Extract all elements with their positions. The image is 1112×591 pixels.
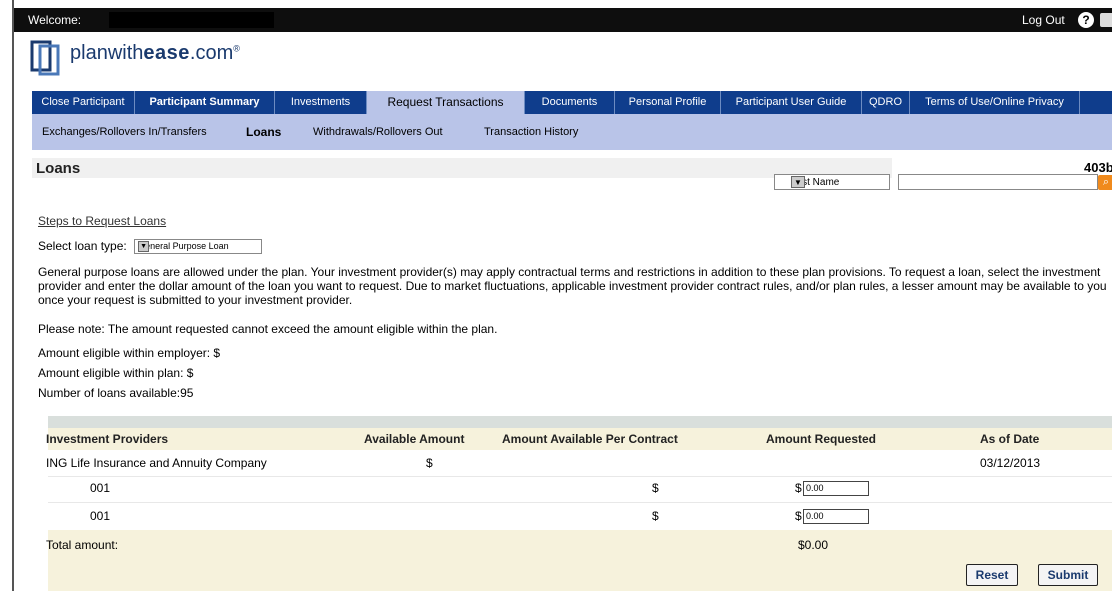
loans-available: Number of loans available:95 (38, 386, 194, 400)
tab-close-participant[interactable]: Close Participant (32, 91, 135, 114)
tab-investments[interactable]: Investments (275, 91, 367, 114)
total-row (48, 530, 1112, 591)
loan-type-row: Select loan type: General Purpose Loan ▼ (38, 239, 263, 255)
chevron-down-icon: ▼ (138, 241, 150, 253)
table-row (48, 502, 1112, 531)
contract-id: 001 (90, 509, 111, 523)
page-title: Loans (36, 160, 81, 177)
amount-requested-input[interactable]: 0.00 (803, 509, 869, 524)
header-amount-requested: Amount Requested (766, 432, 877, 446)
tab-documents[interactable]: Documents (525, 91, 615, 114)
logout-link[interactable]: Log Out (1022, 13, 1065, 27)
subnav-exchanges[interactable]: Exchanges/Rollovers In/Transfers (42, 126, 207, 138)
header-as-of-date: As of Date (980, 432, 1040, 446)
help-icon[interactable]: ? (1078, 12, 1094, 28)
loan-description: General purpose loans are allowed under … (38, 265, 1107, 307)
contract-id: 001 (90, 481, 111, 495)
amount-requested-input[interactable]: 0.00 (803, 481, 869, 496)
eligible-plan: Amount eligible within plan: $ (38, 366, 194, 380)
logo-mark-icon (30, 40, 60, 76)
provider-date: 03/12/2013 (980, 456, 1041, 470)
steps-link[interactable]: Steps to Request Loans (38, 214, 166, 228)
tab-qdro[interactable]: QDRO (862, 91, 910, 114)
subnav-withdrawals[interactable]: Withdrawals/Rollovers Out (313, 126, 443, 138)
reset-button[interactable]: Reset (966, 564, 1018, 586)
subnav-loans[interactable]: Loans (246, 125, 281, 139)
contract-available: $ (652, 481, 659, 495)
table-row (48, 476, 1112, 503)
tab-participant-user-guide[interactable]: Participant User Guide (721, 91, 862, 114)
total-label: Total amount: (46, 538, 119, 552)
header-available-amount: Available Amount (364, 432, 465, 446)
page-frame: Welcome: Log Out ? planwithease.com® Clo… (12, 0, 1112, 591)
tab-personal-profile[interactable]: Personal Profile (615, 91, 721, 114)
tab-participant-summary[interactable]: Participant Summary (135, 91, 275, 114)
amount-dollar-sign: $ (795, 481, 802, 495)
contract-available: $ (652, 509, 659, 523)
tab-terms-of-use[interactable]: Terms of Use/Online Privacy (910, 91, 1080, 114)
search-field-select[interactable]: Last Name ▼ (774, 174, 890, 190)
tab-request-transactions[interactable]: Request Transactions (367, 91, 525, 114)
search-icon[interactable]: ⌕ (1098, 175, 1112, 190)
top-bar: Welcome: Log Out ? (14, 8, 1112, 32)
chevron-down-icon: ▼ (791, 176, 805, 188)
total-value: $0.00 (798, 538, 829, 552)
header-amount-per-contract: Amount Available Per Contract (502, 432, 678, 446)
loan-note: Please note: The amount requested cannot… (38, 322, 498, 336)
loan-type-select[interactable]: General Purpose Loan ▼ (134, 239, 263, 255)
plan-type-label: 403b (1084, 160, 1112, 175)
main-nav: Close Participant Participant Summary In… (32, 91, 1112, 114)
amount-dollar-sign: $ (795, 509, 802, 523)
loan-type-value: General Purpose Loan (138, 241, 229, 252)
provider-name: ING Life Insurance and Annuity Company (46, 456, 267, 470)
submit-button[interactable]: Submit (1038, 564, 1098, 586)
sub-nav: Exchanges/Rollovers In/Transfers Loans W… (32, 114, 1112, 150)
header-investment-providers: Investment Providers (46, 432, 169, 446)
search-input[interactable] (898, 174, 1098, 190)
print-icon[interactable] (1100, 13, 1112, 27)
welcome-label: Welcome: (28, 13, 82, 27)
subnav-transaction-history[interactable]: Transaction History (484, 126, 578, 138)
eligible-employer: Amount eligible within employer: $ (38, 346, 221, 360)
title-band (32, 158, 892, 178)
provider-available: $ (426, 456, 433, 470)
logo-text: planwithease.com® (70, 42, 240, 64)
loan-type-label: Select loan type: (38, 239, 127, 253)
redacted-username (109, 12, 274, 28)
table-top-band (48, 416, 1112, 428)
